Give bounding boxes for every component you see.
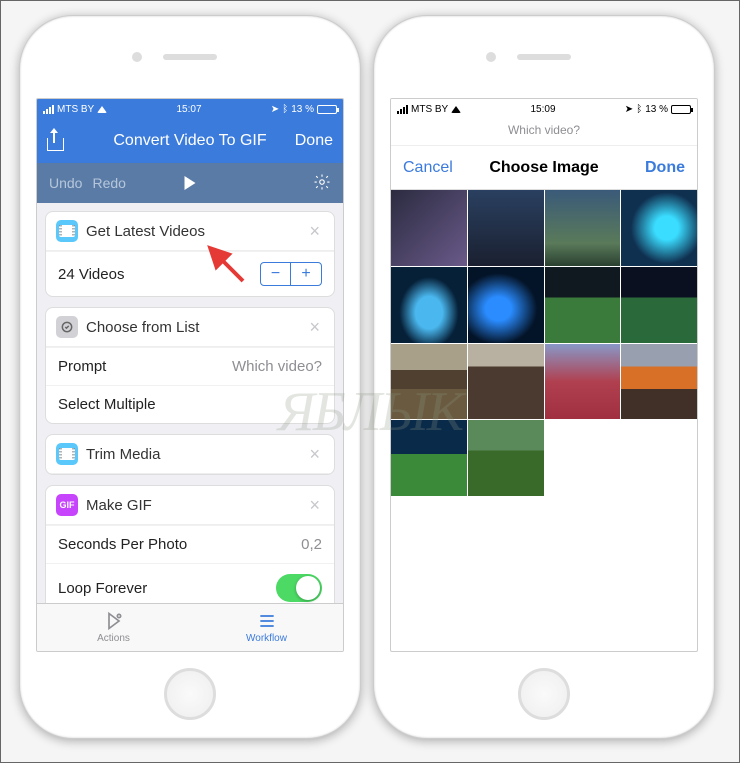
- action-title: Trim Media: [86, 446, 305, 463]
- action-choose-from-list[interactable]: Choose from List × Prompt Which video? S…: [45, 307, 335, 424]
- image-grid[interactable]: [391, 190, 697, 496]
- workflow-canvas[interactable]: Get Latest Videos × 24 Videos − +: [37, 203, 343, 603]
- grid-thumb[interactable]: [468, 190, 544, 266]
- phone-left: MTS BY 15:07 ➤ ᛒ 13 % Convert Video To G…: [19, 15, 361, 739]
- action-get-latest-videos[interactable]: Get Latest Videos × 24 Videos − +: [45, 211, 335, 297]
- picker-nav: Cancel Choose Image Done: [391, 146, 697, 190]
- bluetooth-icon: ᛒ: [282, 104, 288, 115]
- grid-thumb[interactable]: [545, 190, 621, 266]
- grid-thumb[interactable]: [468, 420, 544, 496]
- battery-icon: [317, 105, 337, 114]
- tab-actions[interactable]: Actions: [37, 604, 190, 651]
- redo-button[interactable]: Redo: [92, 175, 125, 191]
- status-bar: MTS BY 15:07 ➤ ᛒ 13 %: [37, 99, 343, 119]
- phone-right: MTS BY 15:09 ➤ ᛒ 13 % Which video? Cance…: [373, 15, 715, 739]
- tab-actions-label: Actions: [97, 633, 130, 644]
- stepper-plus-icon[interactable]: +: [291, 263, 321, 285]
- bluetooth-icon: ᛒ: [636, 104, 642, 115]
- battery-percent: 13 %: [291, 104, 314, 115]
- select-multiple-label: Select Multiple: [58, 396, 156, 413]
- done-button[interactable]: Done: [295, 132, 333, 150]
- prompt-value[interactable]: Which video?: [232, 358, 322, 375]
- grid-thumb[interactable]: [545, 267, 621, 343]
- seconds-per-photo-value[interactable]: 0,2: [301, 536, 322, 553]
- nav-bar: Convert Video To GIF Done: [37, 119, 343, 163]
- grid-thumb[interactable]: [545, 344, 621, 420]
- status-time: 15:07: [177, 104, 202, 115]
- action-trim-media[interactable]: Trim Media ×: [45, 434, 335, 475]
- cancel-button[interactable]: Cancel: [403, 159, 453, 177]
- grid-empty: [545, 420, 621, 496]
- stepper-minus-icon[interactable]: −: [261, 263, 291, 285]
- status-time: 15:09: [531, 104, 556, 115]
- toolbar: Undo Redo: [37, 163, 343, 203]
- undo-button[interactable]: Undo: [49, 175, 82, 191]
- action-title: Choose from List: [86, 319, 305, 336]
- prompt-label: Prompt: [58, 358, 106, 375]
- remove-action-button[interactable]: ×: [305, 221, 324, 242]
- grid-thumb[interactable]: [391, 420, 467, 496]
- wifi-icon: [97, 106, 107, 113]
- location-icon: ➤: [625, 104, 633, 115]
- picker-subtitle: Which video?: [391, 119, 697, 146]
- remove-action-button[interactable]: ×: [305, 495, 324, 516]
- loop-forever-toggle[interactable]: [276, 574, 322, 602]
- grid-thumb[interactable]: [391, 344, 467, 420]
- signal-icon: [397, 105, 408, 114]
- tab-bar: Actions Workflow: [37, 603, 343, 651]
- grid-thumb[interactable]: [391, 267, 467, 343]
- grid-thumb[interactable]: [621, 344, 697, 420]
- list-icon: [56, 316, 78, 338]
- battery-percent: 13 %: [645, 104, 668, 115]
- home-button[interactable]: [164, 668, 216, 720]
- signal-icon: [43, 105, 54, 114]
- carrier-label: MTS BY: [411, 104, 448, 115]
- action-make-gif[interactable]: GIF Make GIF × Seconds Per Photo 0,2 Loo…: [45, 485, 335, 603]
- count-stepper[interactable]: − +: [260, 262, 322, 286]
- play-button[interactable]: [185, 176, 196, 190]
- video-icon: [56, 443, 78, 465]
- action-title: Get Latest Videos: [86, 223, 305, 240]
- carrier-label: MTS BY: [57, 104, 94, 115]
- settings-button[interactable]: [313, 173, 331, 194]
- grid-thumb[interactable]: [468, 344, 544, 420]
- grid-thumb[interactable]: [621, 190, 697, 266]
- remove-action-button[interactable]: ×: [305, 317, 324, 338]
- remove-action-button[interactable]: ×: [305, 444, 324, 465]
- status-bar: MTS BY 15:09 ➤ ᛒ 13 %: [391, 99, 697, 119]
- done-button[interactable]: Done: [645, 159, 685, 177]
- home-button[interactable]: [518, 668, 570, 720]
- grid-thumb[interactable]: [621, 267, 697, 343]
- share-button[interactable]: [47, 131, 63, 151]
- battery-icon: [671, 105, 691, 114]
- gif-icon: GIF: [56, 494, 78, 516]
- grid-empty: [621, 420, 697, 496]
- grid-thumb[interactable]: [468, 267, 544, 343]
- screen-picker: MTS BY 15:09 ➤ ᛒ 13 % Which video? Cance…: [390, 98, 698, 652]
- tab-workflow-label: Workflow: [246, 633, 287, 644]
- grid-thumb[interactable]: [391, 190, 467, 266]
- location-icon: ➤: [271, 104, 279, 115]
- loop-forever-label: Loop Forever: [58, 580, 147, 597]
- action-title: Make GIF: [86, 497, 305, 514]
- video-icon: [56, 220, 78, 242]
- wifi-icon: [451, 106, 461, 113]
- tab-workflow[interactable]: Workflow: [190, 604, 343, 651]
- seconds-per-photo-label: Seconds Per Photo: [58, 536, 187, 553]
- screen-workflow: MTS BY 15:07 ➤ ᛒ 13 % Convert Video To G…: [36, 98, 344, 652]
- video-count-label: 24 Videos: [58, 266, 124, 283]
